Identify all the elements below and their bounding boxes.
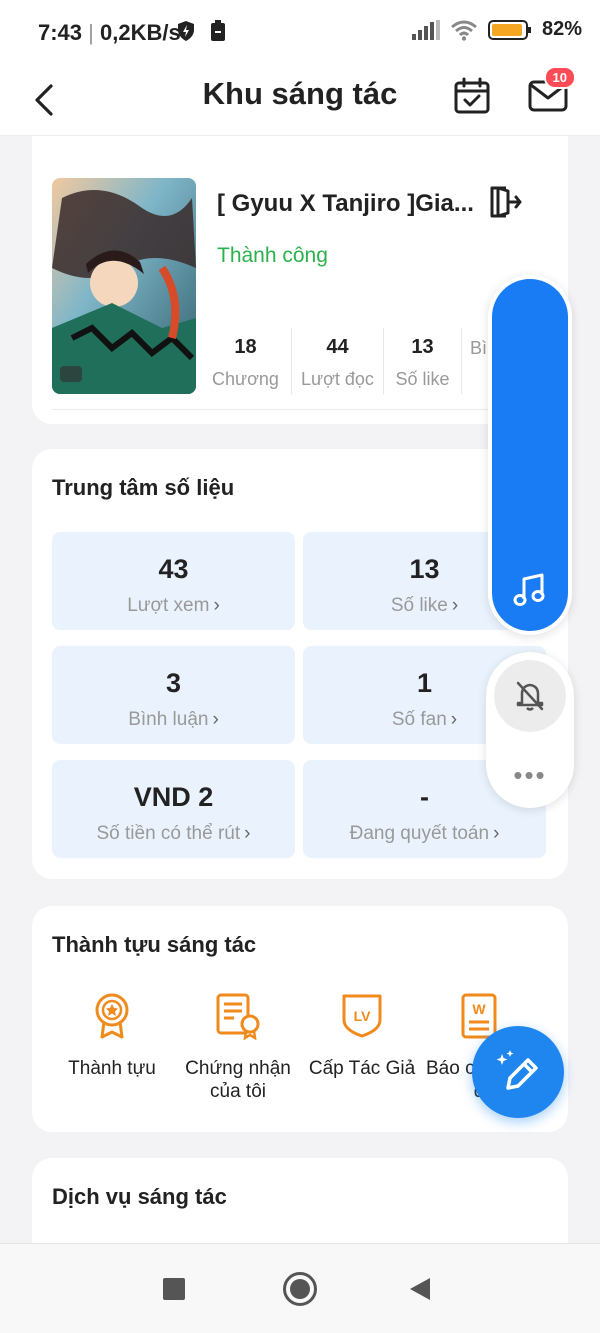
tile-withdrawable[interactable]: VND 2 Số tiền có thể rút › bbox=[52, 760, 295, 858]
system-nav-bar bbox=[0, 1243, 600, 1333]
chevron-right-icon: › bbox=[451, 595, 459, 616]
status-time-group: 7:43 | 0,2KB/s bbox=[38, 20, 181, 46]
section-title: Thành tựu sáng tác bbox=[52, 932, 257, 957]
calendar-button[interactable] bbox=[452, 74, 492, 118]
tile-value: 3 bbox=[165, 668, 182, 698]
achievement-label: Chứng nhận bbox=[185, 1058, 291, 1079]
calendar-check-icon bbox=[454, 77, 490, 114]
chevron-right-icon: › bbox=[450, 709, 458, 730]
story-status: Thành công bbox=[217, 244, 328, 267]
divider bbox=[52, 409, 548, 410]
floating-controls: ••• bbox=[486, 652, 574, 808]
status-left-icons bbox=[176, 20, 226, 42]
achievement-label: Thành tựu bbox=[68, 1058, 156, 1079]
achievement-item[interactable]: Chứng nhận của tôi bbox=[180, 992, 296, 1104]
status-time: 7:43 bbox=[38, 20, 83, 45]
section-title: Trung tâm số liệu bbox=[52, 475, 235, 500]
battery-icon bbox=[487, 19, 531, 40]
tile-label-row: Số tiền có thể rút › bbox=[52, 823, 295, 845]
chevron-right-icon: › bbox=[493, 823, 500, 844]
cover-image bbox=[52, 178, 196, 394]
tile-label: Lượt xem bbox=[127, 595, 210, 616]
level-badge-icon: LV bbox=[342, 994, 382, 1038]
shield-bolt-icon bbox=[178, 21, 194, 41]
exit-button[interactable] bbox=[486, 184, 526, 224]
tile-label: Bình luận bbox=[128, 709, 209, 730]
tile-label-row: Bình luận › bbox=[52, 709, 295, 731]
tile-value: VND 2 bbox=[133, 782, 214, 812]
story-title[interactable]: [ Gyuu X Tanjiro ]Gia... bbox=[217, 190, 487, 218]
achievement-item[interactable]: LV Cấp Tác Giả bbox=[304, 992, 420, 1081]
stat-value: 13 bbox=[411, 336, 434, 358]
chevron-right-icon: › bbox=[213, 595, 220, 616]
stat-chapters: 18 Chương bbox=[200, 328, 292, 394]
status-right-icons: 82% bbox=[411, 18, 582, 41]
home-button[interactable] bbox=[283, 1272, 317, 1306]
page-title: Khu sáng tác bbox=[202, 76, 398, 111]
exit-icon bbox=[490, 186, 522, 218]
mail-button[interactable]: 10 bbox=[526, 66, 576, 118]
tile-comments[interactable]: 3 Bình luận › bbox=[52, 646, 295, 744]
floating-music-widget[interactable] bbox=[488, 275, 572, 635]
section-title: Dịch vụ sáng tác bbox=[52, 1184, 227, 1209]
network-speed: 0,2KB/s bbox=[100, 20, 181, 45]
story-stats: 18 Chương 44 Lượt đọc 13 Số like Bìn bbox=[200, 328, 502, 394]
music-note-icon bbox=[513, 573, 545, 606]
recent-apps-button[interactable] bbox=[163, 1278, 185, 1300]
back-nav-icon[interactable] bbox=[408, 1276, 432, 1302]
tile-label-row: Đang quyết toán › bbox=[303, 823, 546, 845]
svg-text:LV: LV bbox=[354, 1008, 372, 1024]
create-fab-button[interactable] bbox=[472, 1026, 564, 1118]
top-bar: Khu sáng tác 10 bbox=[0, 66, 600, 136]
tile-label: Số like bbox=[390, 595, 448, 616]
tile-value: 43 bbox=[158, 554, 189, 584]
certificate-icon bbox=[216, 993, 260, 1040]
achievement-label-line2: của tôi bbox=[210, 1080, 266, 1102]
more-dots-icon[interactable]: ••• bbox=[486, 760, 574, 791]
mute-button[interactable] bbox=[494, 660, 566, 732]
tile-label-row: Lượt xem › bbox=[52, 595, 295, 617]
battery-percent: 82% bbox=[541, 18, 582, 40]
story-cover[interactable] bbox=[52, 178, 196, 394]
signal-icon bbox=[411, 19, 440, 40]
stat-label: Chương bbox=[212, 369, 279, 389]
chevron-right-icon: › bbox=[244, 823, 251, 844]
achievement-item[interactable]: Thành tựu bbox=[52, 992, 172, 1081]
chevron-right-icon: › bbox=[212, 709, 219, 730]
home-inner-dot bbox=[290, 1279, 310, 1299]
tile-label: Đang quyết toán bbox=[349, 823, 490, 844]
stat-label: Số like bbox=[395, 369, 450, 389]
mail-badge: 10 bbox=[543, 66, 576, 89]
tile-views[interactable]: 43 Lượt xem › bbox=[52, 532, 295, 630]
stat-reads: 44 Lượt đọc bbox=[292, 328, 384, 394]
wifi-icon bbox=[451, 20, 477, 41]
stat-value: 44 bbox=[326, 336, 349, 358]
music-button[interactable] bbox=[510, 571, 550, 616]
stat-value: 18 bbox=[234, 336, 257, 358]
svg-text:W: W bbox=[472, 1001, 486, 1017]
tile-label: Số fan bbox=[391, 709, 447, 730]
status-bar: 7:43 | 0,2KB/s 82% bbox=[0, 0, 600, 66]
medal-icon bbox=[95, 993, 129, 1039]
bell-off-icon bbox=[516, 681, 544, 711]
achievement-label: Cấp Tác Giả bbox=[308, 1058, 416, 1079]
pen-sparkle-icon bbox=[496, 1050, 538, 1090]
battery-saver-icon bbox=[211, 20, 225, 41]
tile-label: Số tiền có thể rút bbox=[96, 823, 241, 844]
stat-likes: 13 Số like bbox=[384, 328, 462, 394]
stat-label: Lượt đọc bbox=[301, 369, 374, 389]
status-separator: | bbox=[88, 20, 94, 45]
